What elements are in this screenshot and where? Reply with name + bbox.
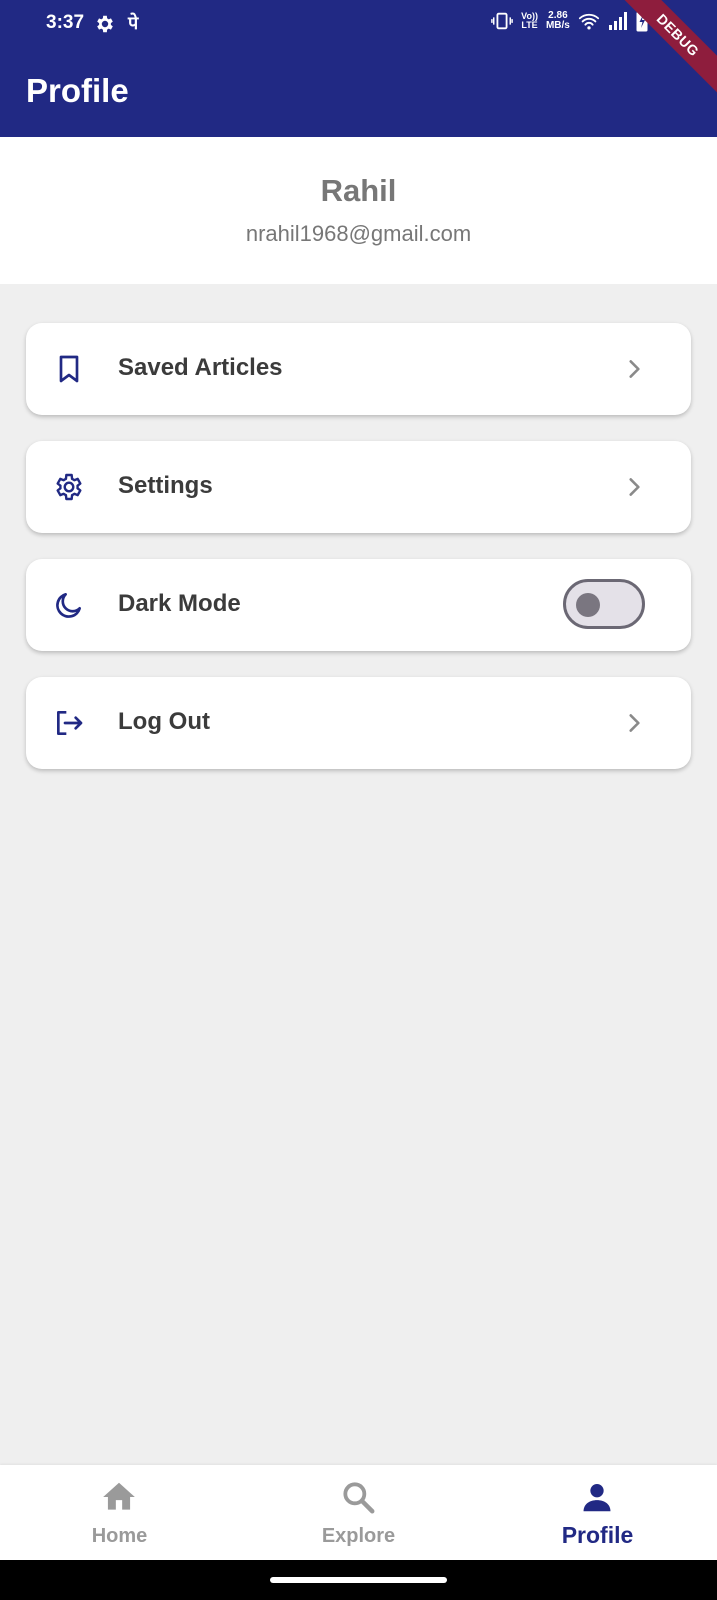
network-speed: 2.86 MB/s [545, 10, 570, 31]
menu-item-label: Saved Articles [118, 354, 283, 381]
system-navigation-bar [0, 1560, 717, 1600]
chevron-right-icon [629, 714, 640, 732]
profile-name: Rahil [320, 173, 397, 208]
signal-icon [608, 12, 627, 30]
nav-explore[interactable]: Explore [239, 1465, 478, 1560]
menu-item-saved-articles[interactable]: Saved Articles [26, 323, 691, 415]
home-gesture-handle[interactable] [270, 1577, 447, 1583]
profile-menu: Saved Articles Settings Dark Mode Log Ou… [26, 323, 691, 795]
dark-mode-toggle[interactable] [563, 579, 645, 629]
status-bar: 3:37 पे Vo)) LTE 2.86 MB/s [0, 0, 717, 48]
wifi-icon [578, 13, 599, 30]
bookmark-icon [59, 355, 79, 383]
menu-item-label: Settings [118, 472, 213, 499]
gear-icon [56, 473, 82, 501]
nav-home[interactable]: Home [0, 1465, 239, 1560]
menu-item-log-out[interactable]: Log Out [26, 677, 691, 769]
nav-label: Home [91, 1525, 148, 1547]
menu-item-dark-mode: Dark Mode [26, 559, 691, 651]
chevron-right-icon [629, 360, 640, 378]
status-app-glyph: पे [128, 13, 139, 33]
nav-label: Explore [321, 1525, 396, 1547]
menu-item-label: Log Out [118, 708, 210, 735]
toggle-knob [576, 593, 600, 617]
profile-header: Rahil nrahil1968@gmail.com [0, 137, 717, 284]
nav-profile[interactable]: Profile [478, 1465, 717, 1560]
vibrate-icon [491, 12, 513, 30]
bottom-navigation: Home Explore Profile [0, 1465, 717, 1560]
volte-indicator: Vo)) LTE [521, 11, 538, 30]
menu-item-settings[interactable]: Settings [26, 441, 691, 533]
person-icon [583, 1484, 611, 1512]
logout-icon [57, 711, 83, 735]
chevron-right-icon [629, 478, 640, 496]
nav-label: Profile [561, 1522, 634, 1548]
home-icon [103, 1482, 135, 1510]
settings-notification-icon [97, 15, 113, 33]
moon-icon [56, 593, 81, 618]
menu-item-label: Dark Mode [118, 590, 241, 617]
search-icon [343, 1482, 375, 1514]
page-title: Profile [26, 72, 129, 109]
app-bar: Profile [0, 48, 717, 137]
status-time: 3:37 [46, 12, 85, 33]
profile-email: nrahil1968@gmail.com [245, 221, 472, 246]
